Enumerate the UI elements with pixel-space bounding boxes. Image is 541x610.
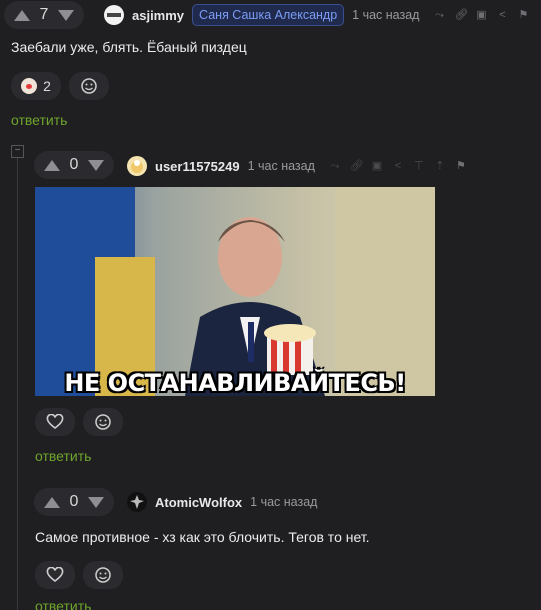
vote-count: 7 <box>39 6 49 23</box>
save-icon[interactable]: ▣ <box>371 160 383 172</box>
upvote-icon[interactable] <box>14 9 30 21</box>
report-icon[interactable]: ⚑ <box>455 160 467 172</box>
timestamp: 1 час назад <box>247 159 315 173</box>
upload-icon[interactable]: ⇡ <box>434 160 446 172</box>
link-icon[interactable]: 🔗︎ <box>454 9 468 21</box>
collapse-thread-button[interactable]: − <box>11 145 24 158</box>
vote-count: 0 <box>69 156 79 173</box>
username[interactable]: AtomicWolfox <box>155 495 242 510</box>
add-reaction-icon <box>95 567 111 583</box>
username[interactable]: asjimmy <box>132 8 184 23</box>
comment-meta: asjimmy Саня Сашка Александр 1 час назад… <box>104 2 529 28</box>
pin-icon[interactable]: ⊤ <box>413 160 425 172</box>
like-button[interactable] <box>35 561 75 589</box>
avatar[interactable] <box>104 5 124 25</box>
save-icon[interactable]: ▣ <box>475 9 487 21</box>
reaction-clown[interactable]: 2 <box>11 72 61 100</box>
add-reaction-button[interactable] <box>83 408 123 436</box>
vote-count: 0 <box>69 493 79 510</box>
share-icon[interactable]: < <box>392 160 404 172</box>
comment-actions: ⤳ 🔗︎ ▣ < ⚑ <box>433 9 529 21</box>
reply-link[interactable]: ответить <box>35 598 91 610</box>
share-icon[interactable]: < <box>496 9 508 21</box>
timestamp: 1 час назад <box>352 8 420 22</box>
downvote-icon[interactable] <box>88 159 104 171</box>
like-button[interactable] <box>35 408 75 436</box>
avatar[interactable] <box>127 156 147 176</box>
branch-icon[interactable]: ⤳ <box>433 9 445 21</box>
comment-text: Заебали уже, блять. Ёбаный пиздец <box>11 39 247 55</box>
reaction-count: 2 <box>43 78 51 94</box>
clown-emoji-icon <box>21 78 38 94</box>
add-reaction-button[interactable] <box>69 72 109 100</box>
timestamp: 1 час назад <box>250 495 318 509</box>
branch-icon[interactable]: ⤳ <box>329 160 341 172</box>
reply-link[interactable]: ответить <box>11 112 67 128</box>
user-tag[interactable]: Саня Сашка Александр <box>192 4 345 26</box>
avatar[interactable] <box>127 492 147 512</box>
heart-icon <box>46 567 64 583</box>
vote-control: 7 <box>4 1 84 29</box>
thread-line[interactable] <box>17 158 18 610</box>
link-icon[interactable]: 🔗︎ <box>350 160 364 172</box>
reply-link[interactable]: ответить <box>35 448 91 464</box>
add-reaction-button[interactable] <box>83 561 123 589</box>
username[interactable]: user11575249 <box>155 159 240 174</box>
add-reaction-icon <box>81 78 97 94</box>
upvote-icon[interactable] <box>44 496 60 508</box>
image-caption: НЕ ОСТАНАВЛИВАЙТЕСЬ! <box>64 369 406 396</box>
comment-actions: ⤳ 🔗︎ ▣ < ⊤ ⇡ ⚑ <box>329 160 467 172</box>
comment-text: Самое противное - хз как это блочить. Те… <box>35 529 370 545</box>
report-icon[interactable]: ⚑ <box>517 9 529 21</box>
downvote-icon[interactable] <box>88 496 104 508</box>
comment-meta: AtomicWolfox 1 час назад <box>127 489 317 515</box>
downvote-icon[interactable] <box>58 9 74 21</box>
vote-control: 0 <box>34 488 114 516</box>
comment-image[interactable]: НЕ ОСТАНАВЛИВАЙТЕСЬ! <box>35 187 435 396</box>
heart-icon <box>46 414 64 430</box>
comment-meta: user11575249 1 час назад ⤳ 🔗︎ ▣ < ⊤ ⇡ ⚑ <box>127 153 467 179</box>
image-scene <box>35 187 435 396</box>
add-reaction-icon <box>95 414 111 430</box>
vote-control: 0 <box>34 151 114 179</box>
upvote-icon[interactable] <box>44 159 60 171</box>
